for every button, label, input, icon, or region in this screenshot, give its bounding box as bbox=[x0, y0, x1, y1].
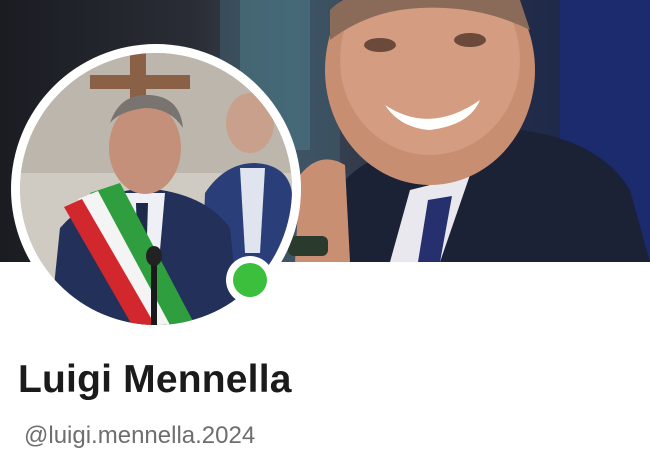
profile-name: Luigi Mennella bbox=[18, 358, 292, 401]
online-dot-icon bbox=[233, 263, 267, 297]
profile-handle[interactable]: @luigi.mennella.2024 bbox=[24, 422, 255, 450]
